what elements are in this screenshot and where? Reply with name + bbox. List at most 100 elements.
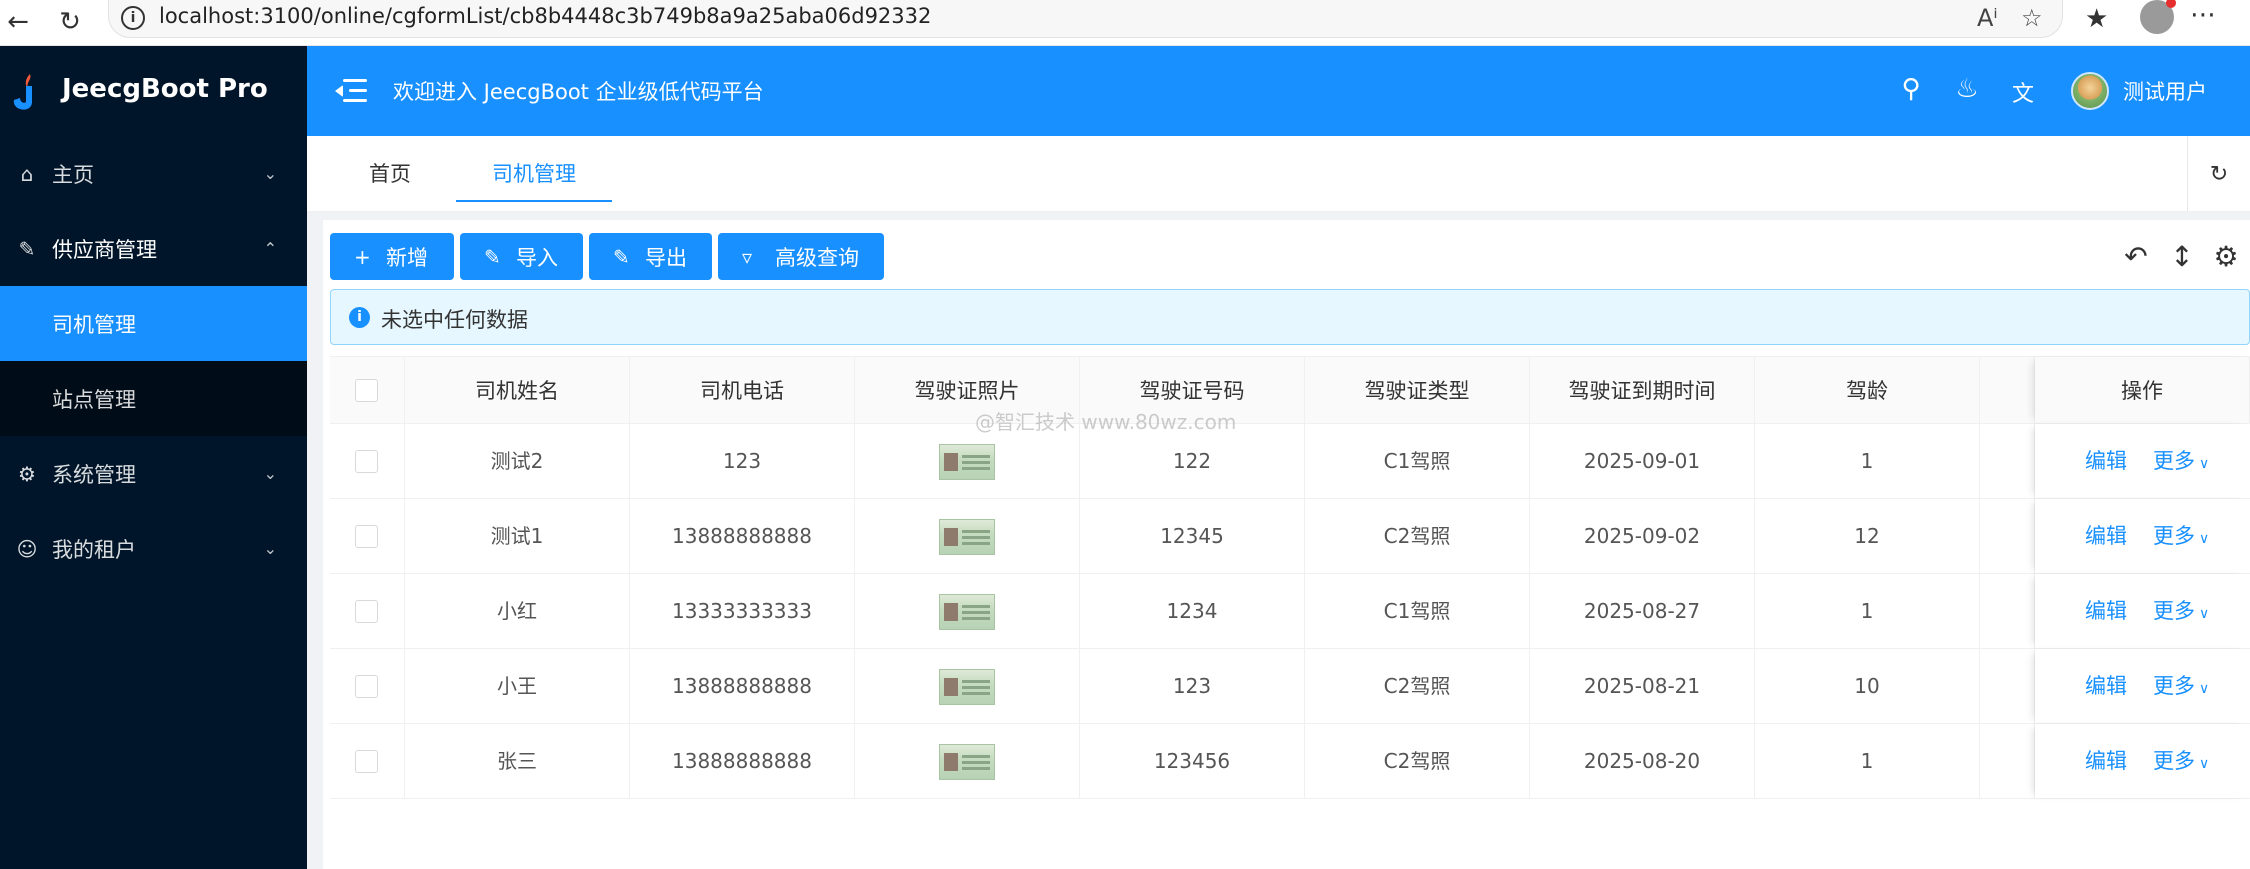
more-label: 更多: [2153, 674, 2195, 698]
reload-icon[interactable]: ↻: [52, 4, 88, 40]
empty-cell: [1980, 649, 2035, 724]
license-photo-thumbnail[interactable]: [939, 443, 995, 480]
edit-link[interactable]: 编辑: [2085, 574, 2127, 649]
row-select-cell: [330, 649, 405, 724]
sidebar-item-home[interactable]: ⌂ 主页 ⌄: [0, 136, 307, 211]
bell-icon[interactable]: ♨: [1951, 74, 1983, 104]
user-icon: ☺: [16, 536, 38, 561]
license-photo-cell: [855, 424, 1080, 499]
logo[interactable]: JeecgBoot Pro: [0, 46, 307, 136]
license-photo-thumbnail[interactable]: [939, 593, 995, 630]
column-header[interactable]: 驾驶证到期时间: [1530, 357, 1755, 425]
more-icon[interactable]: ⋯: [2190, 0, 2216, 30]
select-all-checkbox[interactable]: [355, 379, 378, 402]
home-icon: ⌂: [20, 161, 34, 186]
column-height-icon[interactable]: ↕: [2166, 240, 2198, 273]
table-row[interactable]: 小王 13888888888 123 C2驾照 2025-08-21 10 编辑 更多 ∨: [330, 649, 2250, 724]
license-photo-thumbnail[interactable]: [939, 743, 995, 780]
sidebar-item-driver[interactable]: 司机管理: [0, 286, 307, 361]
chevron-down-icon: ⌄: [263, 164, 277, 183]
cell-license-type: C2驾照: [1305, 499, 1530, 574]
info-icon[interactable]: i: [121, 6, 145, 30]
row-checkbox[interactable]: [355, 600, 378, 623]
chevron-down-icon: ∨: [2199, 606, 2210, 622]
empty-cell: [1980, 574, 2035, 649]
back-icon[interactable]: ←: [0, 4, 36, 40]
redo-icon[interactable]: ↶: [2120, 240, 2152, 273]
sidebar-item-system[interactable]: ⚙ 系统管理 ⌄: [0, 436, 307, 511]
edit-link[interactable]: 编辑: [2085, 424, 2127, 499]
table-row[interactable]: 小红 13333333333 1234 C1驾照 2025-08-27 1 编辑 更多 ∨: [330, 574, 2250, 649]
tab-driver-management[interactable]: 司机管理: [456, 136, 612, 202]
cell-license-no: 12345: [1080, 499, 1305, 574]
edit-link[interactable]: 编辑: [2085, 649, 2127, 724]
chevron-down-icon: ∨: [2199, 531, 2210, 547]
advanced-query-label: 高级查询: [775, 245, 859, 270]
cell-name: 小红: [405, 574, 630, 649]
cell-years: 1: [1755, 574, 1980, 649]
sidebar-item-label: 司机管理: [52, 312, 136, 337]
more-dropdown[interactable]: 更多 ∨: [2153, 649, 2209, 727]
table-row[interactable]: 测试1 13888888888 12345 C2驾照 2025-09-02 12 编辑 更多 ∨: [330, 499, 2250, 574]
address-bar[interactable]: i localhost:3100/online/cgformList/cb8b4…: [108, 0, 2063, 38]
user-avatar[interactable]: [2071, 72, 2109, 110]
export-button[interactable]: ✎ 导出: [589, 233, 712, 280]
column-header[interactable]: 驾驶证类型: [1305, 357, 1530, 425]
cell-license-no: 123456: [1080, 724, 1305, 799]
import-icon: ✎: [484, 244, 501, 269]
row-select-cell: [330, 424, 405, 499]
user-name[interactable]: 测试用户: [2123, 76, 2207, 106]
header-select-cell: [330, 357, 405, 425]
menu-fold-icon[interactable]: [335, 77, 367, 105]
cell-license-type: C1驾照: [1305, 574, 1530, 649]
edit-link[interactable]: 编辑: [2085, 724, 2127, 799]
cell-name: 张三: [405, 724, 630, 799]
sidebar-item-label: 系统管理: [52, 462, 136, 487]
row-select-cell: [330, 724, 405, 799]
translate-icon[interactable]: 文: [2007, 76, 2039, 108]
more-dropdown[interactable]: 更多 ∨: [2153, 724, 2209, 802]
sidebar-item-tenant[interactable]: ☺ 我的租户 ⌄: [0, 511, 307, 586]
read-aloud-icon[interactable]: Aⁱ: [1977, 4, 1998, 32]
cell-license-no: 1234: [1080, 574, 1305, 649]
row-checkbox[interactable]: [355, 750, 378, 773]
row-checkbox[interactable]: [355, 525, 378, 548]
edit-link[interactable]: 编辑: [2085, 499, 2127, 574]
more-dropdown[interactable]: 更多 ∨: [2153, 499, 2209, 577]
cell-license-no: 123: [1080, 649, 1305, 724]
license-photo-thumbnail[interactable]: [939, 668, 995, 705]
license-photo-cell: [855, 574, 1080, 649]
row-checkbox[interactable]: [355, 450, 378, 473]
selection-alert-text: 未选中任何数据: [381, 308, 528, 332]
cell-license-type: C2驾照: [1305, 649, 1530, 724]
search-icon[interactable]: ⚲: [1895, 74, 1927, 104]
import-button[interactable]: ✎ 导入: [460, 233, 583, 280]
refresh-icon[interactable]: ↻: [2187, 136, 2250, 212]
more-dropdown[interactable]: 更多 ∨: [2153, 574, 2209, 652]
license-photo-cell: [855, 649, 1080, 724]
selection-alert: i 未选中任何数据: [330, 289, 2250, 345]
row-checkbox[interactable]: [355, 675, 378, 698]
sidebar-item-label: 主页: [52, 162, 94, 187]
column-header[interactable]: 驾龄: [1755, 357, 1980, 425]
add-button[interactable]: + 新增: [330, 233, 454, 280]
cell-years: 1: [1755, 424, 1980, 499]
cell-license-no: 122: [1080, 424, 1305, 499]
favorites-icon[interactable]: ★: [2085, 4, 2108, 34]
more-label: 更多: [2153, 749, 2195, 773]
more-dropdown[interactable]: 更多 ∨: [2153, 424, 2209, 502]
setting-icon[interactable]: ⚙: [2210, 240, 2242, 273]
url-text[interactable]: localhost:3100/online/cgformList/cb8b444…: [159, 4, 931, 28]
table-row[interactable]: 张三 13888888888 123456 C2驾照 2025-08-20 1 编辑 更多 ∨: [330, 724, 2250, 799]
tab-home[interactable]: 首页: [369, 136, 411, 202]
table-row[interactable]: 测试2 123 122 C1驾照 2025-09-01 1 编辑 更多 ∨: [330, 424, 2250, 499]
sidebar-item-supplier[interactable]: ✎ 供应商管理 ⌃: [0, 211, 307, 286]
advanced-query-button[interactable]: ▿ 高级查询: [718, 233, 884, 280]
more-label: 更多: [2153, 524, 2195, 548]
sidebar-item-station[interactable]: 站点管理: [0, 361, 307, 436]
column-header[interactable]: 司机姓名: [405, 357, 630, 425]
favorite-star-icon[interactable]: ☆: [2021, 4, 2043, 32]
column-header[interactable]: 司机电话: [630, 357, 855, 425]
profile-avatar[interactable]: [2140, 0, 2176, 34]
license-photo-thumbnail[interactable]: [939, 518, 995, 555]
